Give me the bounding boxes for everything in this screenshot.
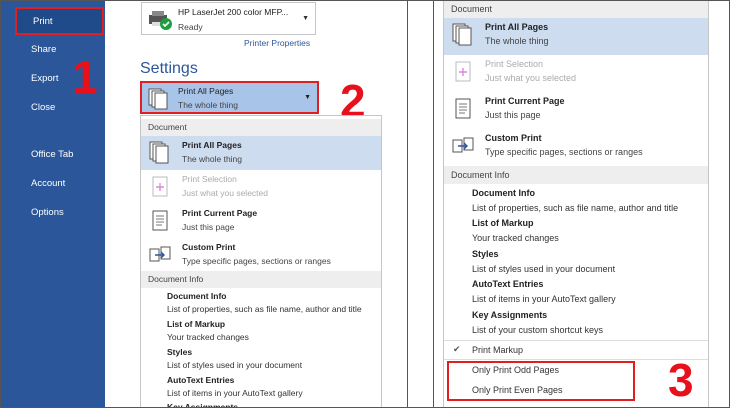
info-autotext-desc: List of items in your AutoText gallery [167, 388, 303, 398]
custom-print-icon [452, 137, 474, 153]
chevron-down-icon: ▼ [304, 94, 311, 101]
sidebar-item-share[interactable]: Share [31, 44, 56, 55]
sidebar-item-export[interactable]: Export [31, 73, 58, 84]
sidebar-item-office-tab[interactable]: Office Tab [31, 149, 73, 160]
printer-status: Ready [178, 22, 203, 32]
info-document-info-desc: List of properties, such as file name, a… [472, 203, 679, 213]
option-print-selection[interactable]: Print Selection Just what you selected [141, 170, 381, 204]
sidebar-item-label: Print [33, 16, 53, 27]
info-document-info-desc: List of properties, such as file name, a… [167, 304, 362, 314]
print-range-dropdown[interactable]: Print All Pages The whole thing ▼ [140, 81, 319, 114]
info-list-of-markup[interactable]: List of Markup [472, 218, 534, 228]
option-print-all-pages[interactable]: Print All Pages The whole thing [141, 136, 381, 170]
sidebar-item-account[interactable]: Account [31, 178, 65, 189]
dropdown-title: Print All Pages [178, 86, 234, 96]
info-document-info[interactable]: Document Info [167, 291, 227, 301]
option-print-markup[interactable]: Print Markup [472, 345, 523, 355]
print-range-menu-expanded: Document Print All Pages The whole thing… [443, 0, 709, 408]
option-custom-print[interactable]: Custom Print Type specific pages, sectio… [444, 129, 708, 166]
option-subtitle: The whole thing [485, 36, 549, 46]
settings-heading: Settings [140, 60, 198, 77]
step-number-1: 1 [72, 51, 98, 103]
print-range-menu: Document Print All Pages The whole thing… [140, 115, 382, 408]
sidebar-item-close[interactable]: Close [31, 102, 55, 113]
option-subtitle: Type specific pages, sections or ranges [182, 256, 331, 266]
menu-separator [444, 340, 708, 341]
option-custom-print[interactable]: Custom Print Type specific pages, sectio… [141, 238, 381, 272]
all-pages-icon [148, 88, 168, 110]
info-styles[interactable]: Styles [167, 347, 192, 357]
info-styles-desc: List of styles used in your document [167, 360, 303, 370]
printer-name: HP LaserJet 200 color MFP... [178, 7, 289, 17]
info-autotext[interactable]: AutoText Entries [167, 375, 234, 385]
section-header-document-info: Document Info [444, 166, 708, 184]
option-title: Print All Pages [485, 22, 549, 32]
info-autotext-desc: List of items in your AutoText gallery [472, 294, 616, 304]
option-title: Print Selection [182, 174, 237, 184]
selection-page-icon [455, 61, 471, 82]
info-styles-desc: List of styles used in your document [472, 264, 616, 274]
option-subtitle: Just what you selected [182, 188, 268, 198]
option-title: Custom Print [485, 133, 542, 143]
panel-divider [407, 0, 434, 408]
option-subtitle: Type specific pages, sections or ranges [485, 147, 643, 157]
section-header-document-info: Document Info [141, 271, 381, 288]
option-title: Print Current Page [182, 208, 258, 218]
section-header-document: Document [141, 119, 381, 136]
option-subtitle: Just this page [182, 222, 235, 232]
step-number-3: 3 [668, 354, 694, 406]
chevron-down-icon: ▼ [302, 15, 309, 22]
info-key-assignments-desc: List of your custom shortcut keys [472, 325, 604, 335]
option-title: Print All Pages [182, 140, 242, 150]
option-print-all-pages[interactable]: Print All Pages The whole thing [444, 18, 708, 55]
option-subtitle: Just what you selected [485, 73, 577, 83]
printer-icon [149, 11, 172, 30]
info-key-assignments[interactable]: Key Assignments [472, 310, 547, 320]
option-print-selection[interactable]: Print Selection Just what you selected [444, 55, 708, 92]
option-print-current-page[interactable]: Print Current Page Just this page [141, 204, 381, 238]
info-autotext[interactable]: AutoText Entries [472, 279, 543, 289]
all-pages-icon [452, 23, 472, 46]
info-list-of-markup-desc: Your tracked changes [167, 332, 249, 342]
option-title: Print Current Page [485, 96, 565, 106]
selection-page-icon [152, 176, 168, 197]
info-key-assignments[interactable]: Key Assignments [167, 402, 238, 407]
section-header-document: Document [444, 0, 708, 18]
printer-selector[interactable]: HP LaserJet 200 color MFP... Ready ▼ [141, 2, 316, 35]
info-list-of-markup[interactable]: List of Markup [167, 319, 225, 329]
highlight-box-odd-even [447, 361, 635, 401]
current-page-icon [455, 98, 471, 119]
custom-print-icon [149, 246, 171, 262]
option-print-current-page[interactable]: Print Current Page Just this page [444, 92, 708, 129]
info-document-info[interactable]: Document Info [472, 188, 535, 198]
sidebar-item-print[interactable]: Print [15, 7, 104, 35]
all-pages-icon [149, 141, 169, 164]
option-title: Print Selection [485, 59, 544, 69]
option-subtitle: Just this page [485, 110, 541, 120]
printer-properties-link[interactable]: Printer Properties [244, 38, 310, 48]
dropdown-subtitle: The whole thing [178, 100, 239, 110]
checkmark-icon: ✔ [453, 344, 461, 354]
option-title: Custom Print [182, 242, 236, 252]
sidebar-item-options[interactable]: Options [31, 207, 64, 218]
info-list-of-markup-desc: Your tracked changes [472, 233, 559, 243]
current-page-icon [152, 210, 168, 231]
info-styles[interactable]: Styles [472, 249, 499, 259]
option-subtitle: The whole thing [182, 154, 243, 164]
